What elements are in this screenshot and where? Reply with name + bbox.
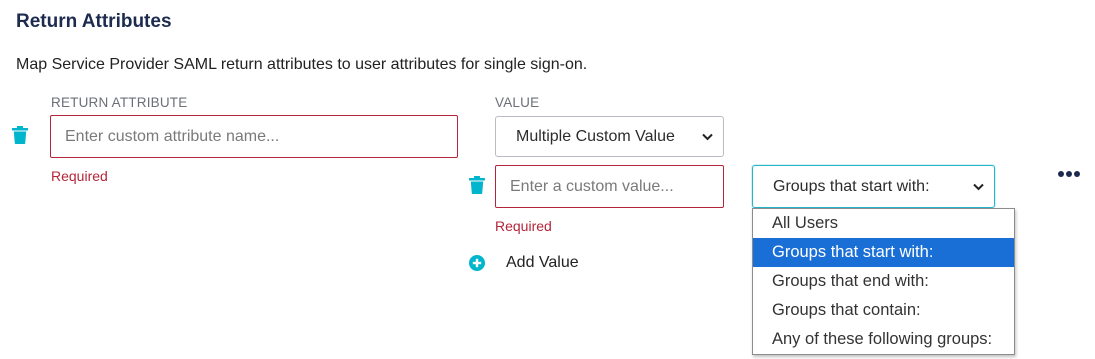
trash-icon [469,176,485,194]
chevron-down-icon [973,183,984,190]
group-filter-select[interactable]: Groups that start with: [752,165,995,208]
delete-attribute-button[interactable] [12,126,28,149]
dropdown-option-ends-with[interactable]: Groups that end with: [753,267,1014,296]
return-attribute-column-label: RETURN ATTRIBUTE [51,95,188,110]
dropdown-option-any-of-groups[interactable]: Any of these following groups: [753,325,1014,354]
custom-value-input[interactable] [495,165,724,208]
custom-value-error: Required [495,218,552,234]
group-filter-dropdown[interactable]: All Users Groups that start with: Groups… [752,208,1015,355]
section-description: Map Service Provider SAML return attribu… [16,56,588,73]
section-title: Return Attributes [16,11,172,32]
more-actions-button[interactable] [1057,166,1081,177]
value-column-label: VALUE [495,95,540,110]
plus-circle-icon [469,255,485,271]
trash-icon [12,126,28,144]
more-horizontal-icon [1058,171,1080,177]
dropdown-option-starts-with[interactable]: Groups that start with: [753,238,1014,267]
group-filter-selected: Groups that start with: [773,177,930,195]
delete-value-button[interactable] [469,176,485,199]
dropdown-option-contains[interactable]: Groups that contain: [753,296,1014,325]
attribute-name-input[interactable] [50,115,458,158]
add-value-label: Add Value [506,254,579,271]
value-type-selected: Multiple Custom Value [516,127,675,145]
attribute-name-error: Required [51,168,108,184]
value-type-select[interactable]: Multiple Custom Value [495,116,724,157]
add-value-button[interactable]: Add Value [469,254,579,272]
chevron-down-icon [702,133,713,140]
dropdown-option-all-users[interactable]: All Users [753,209,1014,238]
